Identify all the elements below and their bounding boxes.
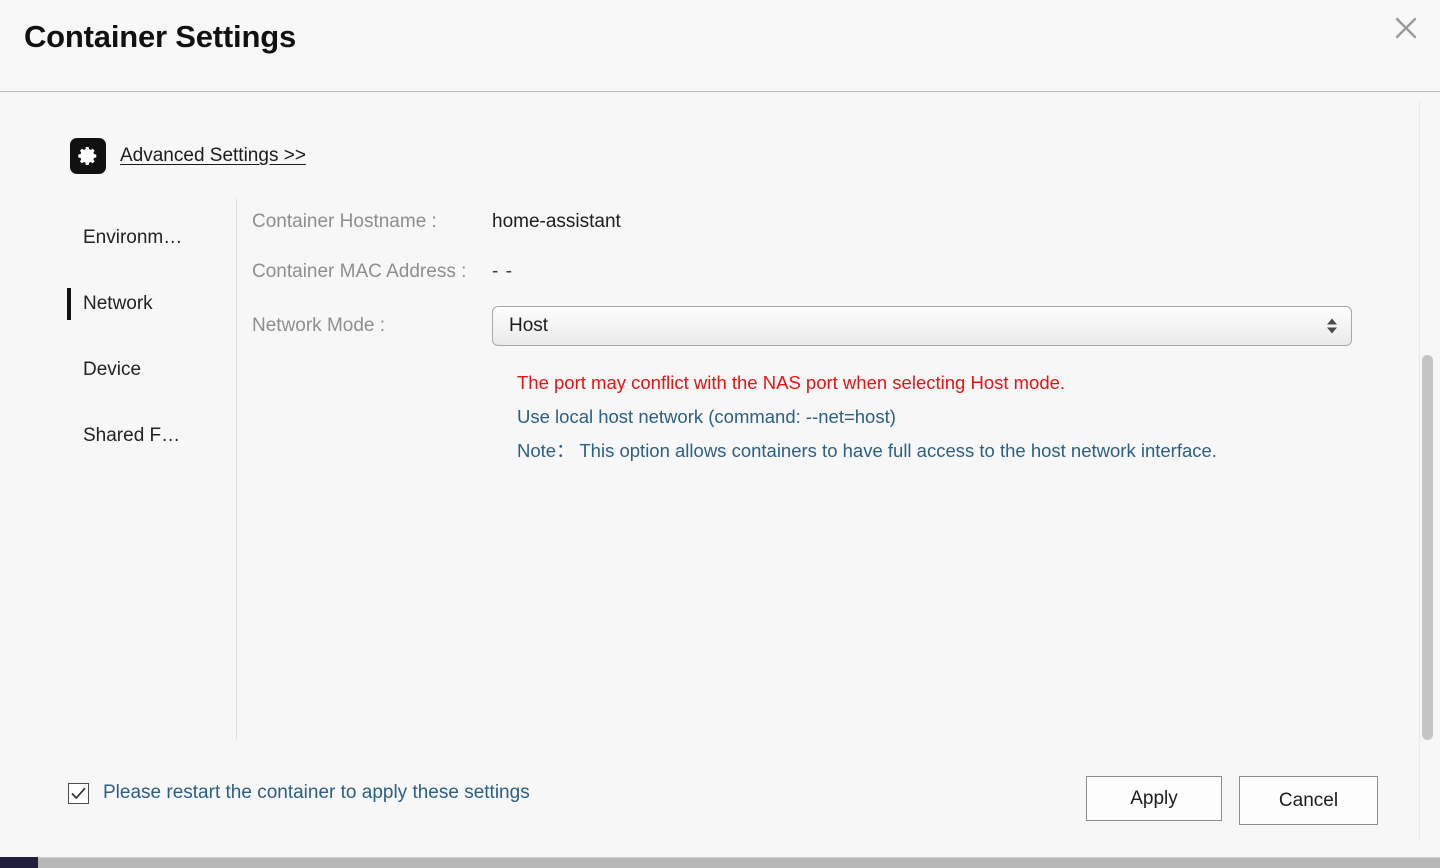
sidebar-divider xyxy=(236,199,237,739)
advanced-settings-label: Advanced Settings >> xyxy=(120,145,306,166)
container-hostname-value: home-assistant xyxy=(492,211,621,232)
cancel-button[interactable]: Cancel xyxy=(1239,776,1378,825)
field-container-hostname: Container Hostname : home-assistant xyxy=(252,205,1372,239)
note-warning: The port may conflict with the NAS port … xyxy=(517,372,1066,393)
apply-button[interactable]: Apply xyxy=(1086,776,1222,821)
dialog-titlebar: Container Settings xyxy=(0,0,1440,92)
sidebar-item-device[interactable]: Device xyxy=(60,337,236,403)
close-button[interactable] xyxy=(1384,8,1428,48)
field-container-mac-address: Container MAC Address : - - xyxy=(252,255,1372,289)
sidebar-item-label: Network xyxy=(83,293,153,314)
container-mac-address-value: - - xyxy=(492,261,513,282)
close-icon xyxy=(1393,15,1419,41)
sidebar-item-label: Shared F… xyxy=(83,425,181,446)
network-mode-notes: The port may conflict with the NAS port … xyxy=(517,366,1377,468)
horizontal-scrollbar-track[interactable] xyxy=(0,857,1440,868)
advanced-settings-link[interactable]: Advanced Settings >> xyxy=(70,138,306,174)
restart-notice-label: Please restart the container to apply th… xyxy=(103,782,530,803)
chevron-up-icon xyxy=(1327,318,1337,325)
note-description: Note： This option allows containers to h… xyxy=(517,440,1217,461)
stepper-arrows-icon[interactable] xyxy=(1327,318,1337,334)
page-title: Container Settings xyxy=(24,19,296,54)
restart-notice-row[interactable]: Please restart the container to apply th… xyxy=(68,782,530,804)
network-mode-label: Network Mode : xyxy=(252,315,386,336)
checkmark-icon xyxy=(71,787,86,799)
field-network-mode: Network Mode : Host xyxy=(252,305,1372,347)
note-command: Use local host network (command: --net=h… xyxy=(517,406,896,427)
settings-sidebar: Environm… Network Device Shared F… xyxy=(60,205,236,469)
chevron-down-icon xyxy=(1327,327,1337,334)
sidebar-item-network[interactable]: Network xyxy=(60,271,236,337)
container-settings-dialog: Container Settings Advanced Settings >> … xyxy=(0,0,1440,868)
container-hostname-label: Container Hostname : xyxy=(252,211,437,232)
sidebar-item-label: Device xyxy=(83,359,142,380)
network-settings-form: Container Hostname : home-assistant Cont… xyxy=(252,205,1372,347)
network-mode-selected-value: Host xyxy=(509,315,549,336)
sidebar-item-shared-folders[interactable]: Shared F… xyxy=(60,403,236,469)
vertical-scrollbar-thumb[interactable] xyxy=(1422,355,1433,740)
network-mode-select[interactable]: Host xyxy=(492,306,1352,346)
sidebar-item-label: Environm… xyxy=(83,227,183,248)
horizontal-scrollbar-thumb[interactable] xyxy=(0,857,38,868)
gear-icon xyxy=(70,138,106,174)
restart-checkbox[interactable] xyxy=(68,782,89,804)
sidebar-item-environment[interactable]: Environm… xyxy=(60,205,236,271)
active-marker xyxy=(67,288,71,320)
container-mac-address-label: Container MAC Address : xyxy=(252,261,467,282)
